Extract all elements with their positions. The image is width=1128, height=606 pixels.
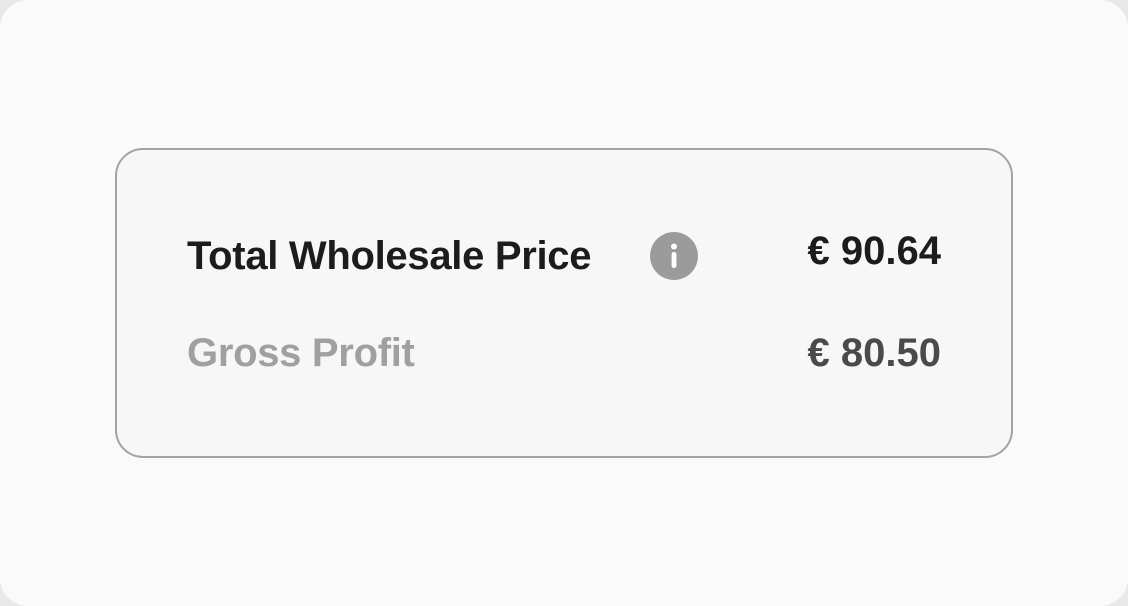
total-wholesale-price-label: Total Wholesale Price xyxy=(187,234,592,278)
page-background: Total Wholesale Price € 90.64 Gross Prof… xyxy=(0,0,1128,606)
gross-profit-label: Gross Profit xyxy=(187,331,415,375)
info-icon-glyph xyxy=(671,243,677,268)
info-icon[interactable] xyxy=(650,232,698,280)
total-wholesale-price-value: € 90.64 xyxy=(807,229,941,273)
price-summary-card: Total Wholesale Price € 90.64 Gross Prof… xyxy=(115,148,1013,458)
gross-profit-value: € 80.50 xyxy=(807,331,941,375)
